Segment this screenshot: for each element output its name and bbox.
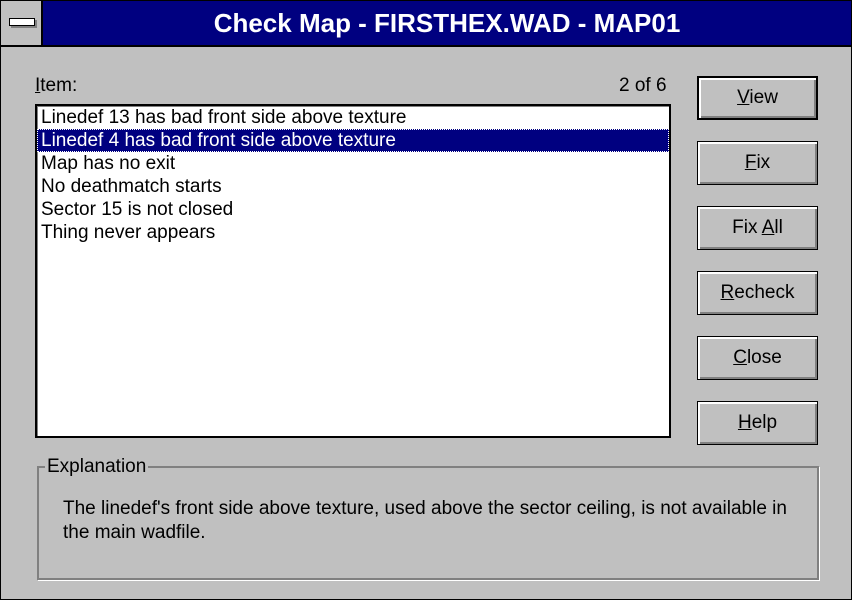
fix-button[interactable]: Fix xyxy=(697,141,818,185)
explanation-label: Explanation xyxy=(45,456,149,478)
close-button[interactable]: Close xyxy=(697,336,818,380)
window-title: Check Map - FIRSTHEX.WAD - MAP01 xyxy=(213,8,681,38)
title-bar[interactable]: Check Map - FIRSTHEX.WAD - MAP01 xyxy=(1,1,851,47)
fix-all-button[interactable]: Fix All xyxy=(697,206,818,250)
system-menu-icon xyxy=(9,18,35,26)
explanation-text: The linedef's front side above texture, … xyxy=(63,498,787,543)
list-item[interactable]: Map has no exit xyxy=(37,152,669,175)
list-item-selected[interactable]: Linedef 4 has bad front side above textu… xyxy=(37,129,669,152)
item-label: Item: xyxy=(35,75,78,96)
list-item[interactable]: Thing never appears xyxy=(37,221,669,244)
check-map-dialog: Check Map - FIRSTHEX.WAD - MAP01 Item: 2… xyxy=(0,0,852,600)
recheck-button[interactable]: Recheck xyxy=(697,271,818,315)
system-menu-button[interactable] xyxy=(1,1,43,45)
help-button[interactable]: Help xyxy=(697,401,818,445)
list-item[interactable]: Sector 15 is not closed xyxy=(37,198,669,221)
items-listbox[interactable]: Linedef 13 has bad front side above text… xyxy=(35,104,671,438)
view-button[interactable]: View xyxy=(697,76,818,120)
item-counter: 2 of 6 xyxy=(619,75,667,96)
list-item[interactable]: No deathmatch starts xyxy=(37,175,669,198)
list-item[interactable]: Linedef 13 has bad front side above text… xyxy=(37,106,669,129)
